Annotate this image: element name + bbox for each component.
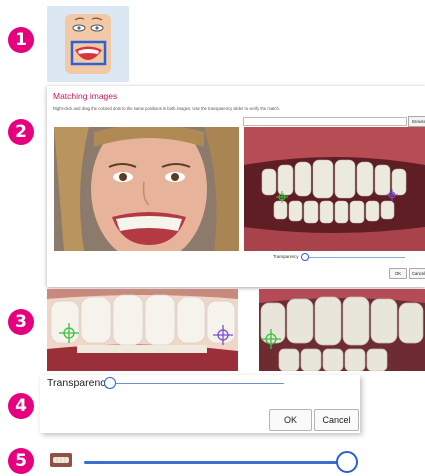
dialog-title: Matching images [53, 91, 118, 101]
intraoral-crop [259, 289, 425, 371]
transparency-label: Transparency [273, 254, 299, 259]
step-badge-4: 4 [8, 393, 34, 419]
transparency-label-large: Transparency [47, 377, 111, 389]
transparency-slider-full-track[interactable] [84, 461, 342, 464]
face-mask-icon[interactable] [47, 6, 129, 82]
ok-button[interactable]: OK [389, 268, 407, 279]
face-photo[interactable] [54, 127, 239, 251]
transparency-slider-full-handle[interactable] [336, 451, 358, 473]
step-badge-3: 3 [8, 309, 34, 335]
dialog-instructions: Right-click and drag the colored dots to… [53, 106, 280, 111]
cancel-button[interactable]: Cancel [409, 268, 425, 279]
intraoral-photo[interactable] [244, 127, 425, 251]
ok-button-large[interactable]: OK [269, 409, 312, 431]
transparency-slider-handle-large[interactable] [104, 377, 116, 389]
face-smile-crop [47, 289, 238, 371]
step-badge-1: 1 [8, 27, 34, 53]
transparency-slider-handle[interactable] [301, 253, 309, 261]
transparency-slider-track-large[interactable] [116, 383, 284, 384]
step-badge-2: 2 [8, 119, 34, 145]
matching-images-dialog: Matching images Right-click and drag the… [47, 86, 425, 287]
step-badge-5: 5 [8, 448, 34, 474]
file-path-field[interactable] [243, 117, 407, 126]
transparency-panel: Transparency OK Cancel [40, 375, 360, 433]
tooth-thumbnail-icon [50, 453, 72, 467]
browse-button[interactable]: Browse [408, 116, 425, 127]
cancel-button-large[interactable]: Cancel [314, 409, 359, 431]
transparency-slider-track[interactable] [305, 257, 405, 258]
